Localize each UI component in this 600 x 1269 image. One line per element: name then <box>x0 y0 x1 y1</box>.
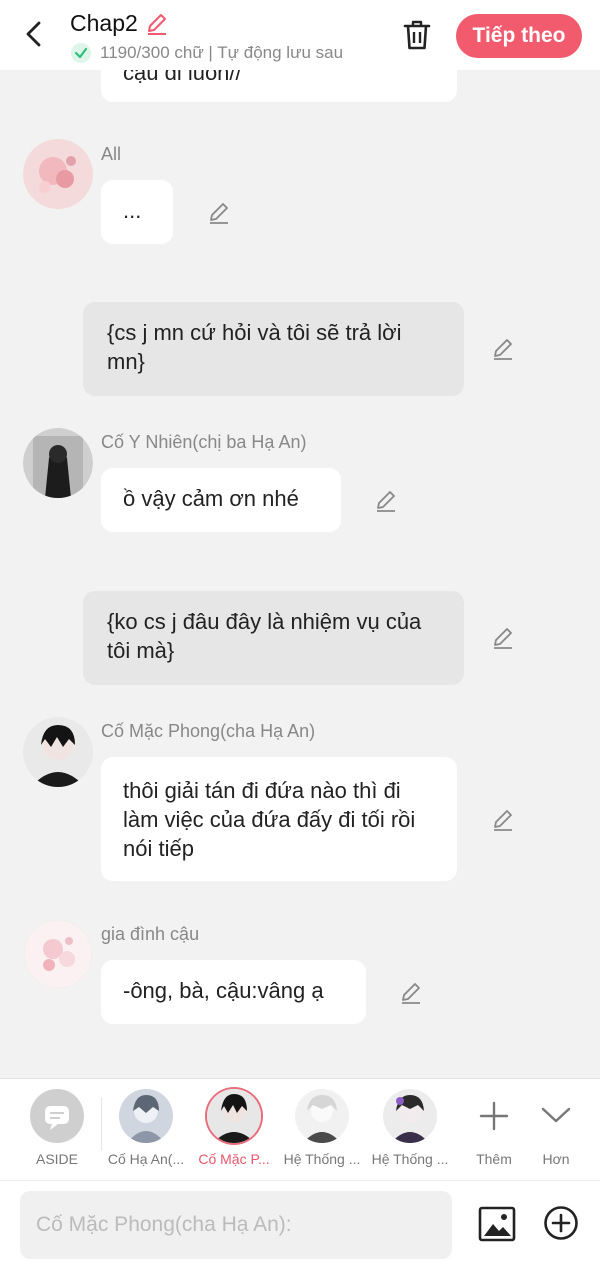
chat-bubble-icon <box>30 1089 84 1143</box>
pencil-icon[interactable] <box>373 488 399 514</box>
more-button[interactable]: Hơn <box>512 1089 600 1167</box>
pencil-icon[interactable] <box>206 200 232 226</box>
plus-circle-icon[interactable] <box>543 1205 579 1241</box>
character-label: Hệ Thống ... <box>371 1151 449 1167</box>
pencil-icon[interactable] <box>490 807 516 833</box>
avatar[interactable] <box>23 428 93 498</box>
message-text: ... <box>123 198 142 223</box>
message-text: {ko cs j đâu đây là nhiệm vụ của tôi mà} <box>107 609 422 663</box>
character-label: Cố Mặc P... <box>198 1151 270 1167</box>
character-label: ASIDE <box>35 1151 78 1167</box>
message-bubble[interactable]: cậu đi luôn// <box>101 70 457 102</box>
message-text: cậu đi luôn// <box>123 70 242 85</box>
narration-bubble[interactable]: {cs j mn cứ hỏi và tôi sẽ trả lời mn} <box>83 302 464 396</box>
next-button[interactable]: Tiếp theo <box>456 14 582 58</box>
message-bubble[interactable]: ... <box>101 180 173 244</box>
character-avatar <box>119 1089 173 1143</box>
avatar[interactable] <box>23 919 93 989</box>
save-status: 1190/300 chữ | Tự động lưu sau <box>70 42 375 64</box>
chevron-down-icon <box>529 1089 583 1143</box>
back-arrow-icon[interactable] <box>18 18 50 50</box>
character-item[interactable]: Hệ Thống ... <box>366 1089 454 1167</box>
character-label: Cố Hạ An(... <box>107 1151 185 1167</box>
message-bubble[interactable]: ồ vậy cảm ơn nhé <box>101 468 341 532</box>
avatar[interactable] <box>23 139 93 209</box>
message-bubble[interactable]: thôi giải tán đi đứa nào thì đi làm việc… <box>101 757 457 881</box>
character-avatar <box>295 1089 349 1143</box>
message-text: thôi giải tán đi đứa nào thì đi làm việc… <box>123 778 416 861</box>
more-label: Hơn <box>542 1151 570 1167</box>
character-avatar <box>207 1089 261 1143</box>
character-name: All <box>101 144 122 164</box>
pencil-icon[interactable] <box>398 980 424 1006</box>
pencil-icon[interactable] <box>490 625 516 651</box>
top-bar: Chap2 1190/300 chữ | Tự động lưu sau Tiế… <box>0 0 600 70</box>
character-avatar <box>383 1089 437 1143</box>
chat-area[interactable]: cậu đi luôn// All ... {cs j mn cứ hỏi và… <box>0 70 600 1078</box>
avatar[interactable] <box>23 717 93 787</box>
character-item-selected[interactable]: Cố Mặc P... <box>190 1089 278 1167</box>
trash-icon[interactable] <box>400 18 434 52</box>
character-label: Hệ Thống ... <box>283 1151 361 1167</box>
message-bubble[interactable]: -ông, bà, cậu:vâng ạ <box>101 960 366 1024</box>
narration-bubble[interactable]: {ko cs j đâu đây là nhiệm vụ của tôi mà} <box>83 591 464 685</box>
status-text: 1190/300 chữ | Tự động lưu sau <box>100 43 344 62</box>
character-aside[interactable]: ASIDE <box>13 1089 101 1167</box>
message-text: ồ vậy cảm ơn nhé <box>123 486 299 511</box>
message-text: -ông, bà, cậu:vâng ạ <box>123 978 324 1003</box>
message-text: {cs j mn cứ hỏi và tôi sẽ trả lời mn} <box>107 320 402 374</box>
character-name: Cố Y Nhiên(chị ba Hạ An) <box>101 432 307 452</box>
check-circle-icon <box>71 43 91 63</box>
message-input[interactable] <box>20 1191 452 1259</box>
character-name: Cố Mặc Phong(cha Hạ An) <box>101 721 316 741</box>
character-bar: ASIDE Cố Hạ An(... Cố Mặc P... Hệ Thống … <box>0 1078 600 1180</box>
pencil-icon[interactable] <box>490 336 516 362</box>
chapter-title[interactable]: Chap2 <box>70 10 138 37</box>
pencil-icon[interactable] <box>144 11 170 37</box>
character-name: gia đình cậu <box>101 924 200 944</box>
title-row: Chap2 <box>70 10 170 37</box>
image-icon[interactable] <box>478 1205 516 1243</box>
character-item[interactable]: Cố Hạ An(... <box>102 1089 190 1167</box>
character-item[interactable]: Hệ Thống ... <box>278 1089 366 1167</box>
input-bar <box>0 1180 600 1269</box>
